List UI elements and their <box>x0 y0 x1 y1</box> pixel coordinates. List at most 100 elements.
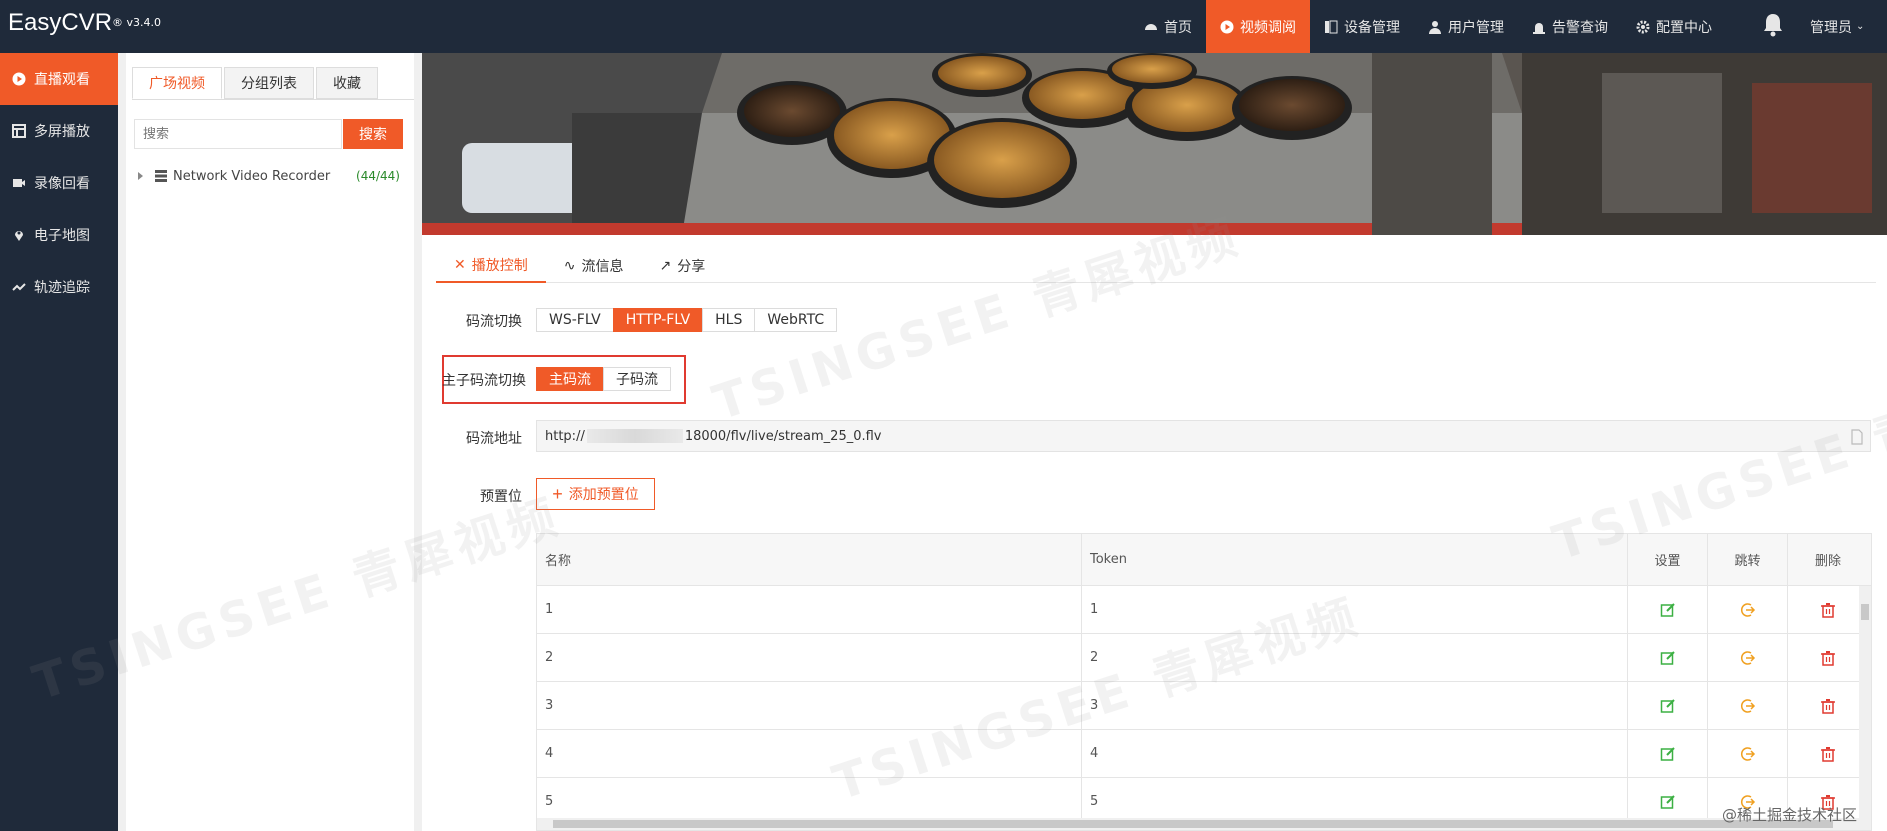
credit-text: @稀土掘金技术社区 <box>1722 806 1858 824</box>
nav-item-label: 告警查询 <box>1552 19 1608 36</box>
url-prefix: http:// <box>545 428 585 444</box>
search-button[interactable]: 搜索 <box>343 119 403 149</box>
nav-item-5[interactable]: 配置中心 <box>1622 0 1726 53</box>
nav-item-label: 首页 <box>1164 19 1192 36</box>
nav-item-label: 用户管理 <box>1448 19 1504 36</box>
cell-name: 2 <box>537 634 1082 681</box>
tab-playback-control[interactable]: ✕ 播放控制 <box>436 249 546 283</box>
header-delete: 删除 <box>1814 554 1841 569</box>
share-icon: ↗ <box>659 258 672 274</box>
app-title: EasyCVR <box>8 9 113 36</box>
stream-switch-label: 码流切换 <box>466 314 522 330</box>
tab-favorites[interactable]: 收藏 <box>316 67 378 99</box>
sidebar-item-3[interactable]: 电子地图 <box>0 209 118 261</box>
play-circle-icon <box>12 72 26 86</box>
tab-share[interactable]: ↗ 分享 <box>641 249 723 283</box>
horizontal-scrollbar[interactable] <box>537 818 1861 830</box>
gear-icon <box>1636 20 1650 34</box>
sidebar-item-label: 轨迹追踪 <box>34 280 90 296</box>
add-preset-label: 添加预置位 <box>568 486 639 502</box>
camera-icon <box>12 176 26 190</box>
chevron-down-icon: ⌄ <box>1856 21 1865 32</box>
nav-item-label: 设备管理 <box>1344 19 1400 36</box>
sub-stream-button[interactable]: 子码流 <box>603 367 671 391</box>
main-content: ✕ 播放控制 ∿ 流信息 ↗ 分享 码流切换 WS-FLV HTTP-FLV H… <box>422 53 1887 831</box>
tab-stream-info[interactable]: ∿ 流信息 <box>546 249 642 283</box>
nav-item-4[interactable]: 告警查询 <box>1518 0 1622 53</box>
tab-label: 分享 <box>677 259 706 275</box>
substream-label: 主子码流切换 <box>442 373 526 389</box>
server-icon <box>155 170 167 182</box>
tab-label: 播放控制 <box>471 258 528 274</box>
user-icon <box>1428 20 1442 34</box>
nav-item-label: 视频调阅 <box>1240 19 1296 36</box>
tree-item-nvr[interactable]: Network Video Recorder (44/44) <box>138 165 408 187</box>
top-nav: 首页 视频调阅 设备管理 用户管理 告警查询 配置中心 <box>1130 0 1726 53</box>
vertical-scrollbar[interactable] <box>1859 586 1871 830</box>
tab-label: 流信息 <box>581 259 624 275</box>
jump-icon[interactable] <box>1708 682 1788 729</box>
device-icon <box>1324 20 1338 34</box>
substream-group: 主码流 子码流 <box>536 367 671 391</box>
user-menu[interactable]: 管理员 ⌄ <box>1810 0 1864 53</box>
user-name: 管理员 <box>1810 19 1852 36</box>
nav-item-1[interactable]: 视频调阅 <box>1206 0 1310 53</box>
http-flv-button[interactable]: HTTP-FLV <box>612 308 704 332</box>
header-token: Token <box>1082 534 1628 585</box>
sidebar-item-label: 直播观看 <box>34 72 90 88</box>
sidebar-item-1[interactable]: 多屏播放 <box>0 105 118 157</box>
tabs-divider <box>132 99 414 100</box>
channel-panel: 广场视频 分组列表 收藏 搜索 Network Video Recorder (… <box>126 53 414 831</box>
edit-icon[interactable] <box>1628 586 1708 633</box>
pulse-icon: ∿ <box>563 258 576 274</box>
sidebar-item-label: 电子地图 <box>34 228 90 244</box>
jump-icon[interactable] <box>1708 730 1788 777</box>
nav-item-label: 配置中心 <box>1656 19 1712 36</box>
nav-item-3[interactable]: 用户管理 <box>1414 0 1518 53</box>
track-icon <box>12 280 26 294</box>
stream-url-label: 码流地址 <box>466 431 522 447</box>
header-jump: 跳转 <box>1708 534 1788 585</box>
table-row: 44 <box>537 730 1871 778</box>
dashboard-icon <box>1144 20 1158 34</box>
main-stream-button[interactable]: 主码流 <box>536 367 604 391</box>
app-version: ® v3.4.0 <box>112 16 161 29</box>
delete-icon[interactable] <box>1788 586 1868 633</box>
edit-icon[interactable] <box>1628 634 1708 681</box>
search-input[interactable] <box>134 119 342 149</box>
sidebar-item-2[interactable]: 录像回看 <box>0 157 118 209</box>
grid-icon <box>12 124 26 138</box>
sidebar-item-4[interactable]: 轨迹追踪 <box>0 261 118 313</box>
alarm-icon <box>1532 20 1546 34</box>
sidebar: 直播观看多屏播放录像回看电子地图轨迹追踪 <box>0 53 118 831</box>
sidebar-item-label: 录像回看 <box>34 176 90 192</box>
cell-token: 4 <box>1082 730 1628 777</box>
hls-button[interactable]: HLS <box>702 308 756 332</box>
cell-name: 1 <box>537 586 1082 633</box>
ws-flv-button[interactable]: WS-FLV <box>536 308 614 332</box>
edit-icon[interactable] <box>1628 730 1708 777</box>
delete-icon[interactable] <box>1788 634 1868 681</box>
channel-tabs: 广场视频 分组列表 收藏 <box>132 67 378 99</box>
table-header: 名称 Token 设置 跳转 删除 <box>537 534 1871 586</box>
url-suffix: 18000/flv/live/stream_25_0.flv <box>684 428 882 444</box>
caret-right-icon[interactable] <box>138 172 143 180</box>
delete-icon[interactable] <box>1788 730 1868 777</box>
jump-icon[interactable] <box>1708 586 1788 633</box>
sidebar-item-0[interactable]: 直播观看 <box>0 53 118 105</box>
tree-item-label: Network Video Recorder <box>173 168 331 184</box>
tools-icon: ✕ <box>454 257 466 273</box>
tab-square-video[interactable]: 广场视频 <box>132 67 222 99</box>
play-circle-icon <box>1220 20 1234 34</box>
delete-icon[interactable] <box>1788 682 1868 729</box>
top-bar: EasyCVR ® v3.4.0 首页 视频调阅 设备管理 用户管理 告警查询 配置中心 … <box>0 0 1887 53</box>
nav-item-0[interactable]: 首页 <box>1130 0 1206 53</box>
bell-icon[interactable] <box>1762 12 1784 38</box>
tab-group-list[interactable]: 分组列表 <box>224 67 314 99</box>
jump-icon[interactable] <box>1708 634 1788 681</box>
video-frame-image <box>422 53 1887 235</box>
sidebar-item-label: 多屏播放 <box>34 124 90 140</box>
nav-item-2[interactable]: 设备管理 <box>1310 0 1414 53</box>
video-player[interactable] <box>422 53 1887 235</box>
edit-icon[interactable] <box>1628 682 1708 729</box>
